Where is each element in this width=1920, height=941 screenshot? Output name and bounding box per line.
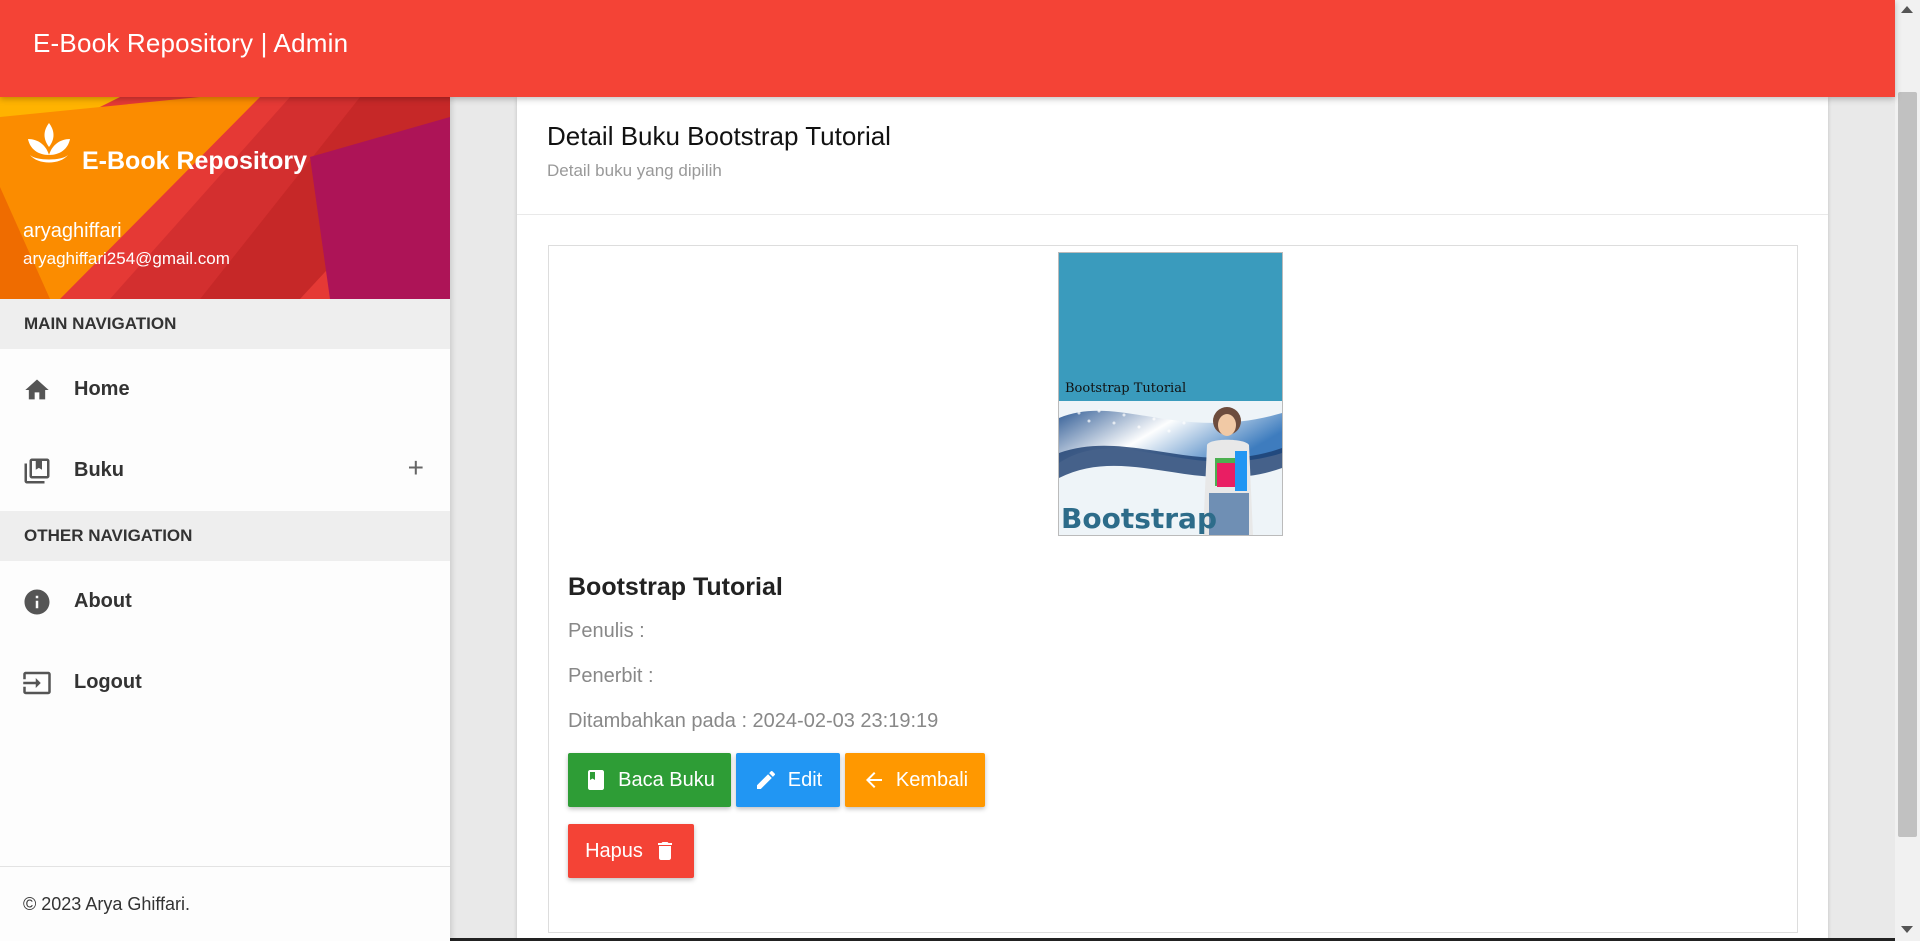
page-title: Detail Buku Bootstrap Tutorial bbox=[547, 121, 891, 151]
home-icon bbox=[22, 375, 52, 405]
pencil-icon bbox=[754, 768, 778, 792]
page-subtitle: Detail buku yang dipilih bbox=[547, 161, 722, 180]
other-navigation-header: OTHER NAVIGATION bbox=[0, 511, 450, 561]
cover-word: Bootstrap bbox=[1061, 502, 1217, 535]
sidebar-item-label: Buku bbox=[74, 459, 124, 481]
sidebar-item-label: Home bbox=[74, 378, 130, 400]
read-book-label: Baca Buku bbox=[618, 768, 715, 791]
back-label: Kembali bbox=[895, 768, 969, 791]
info-icon bbox=[22, 587, 52, 617]
sidebar-item-logout[interactable]: Logout bbox=[0, 642, 450, 723]
trash-icon bbox=[653, 838, 677, 864]
book-icon bbox=[584, 767, 608, 793]
site-name: E-Book Repository bbox=[82, 147, 308, 175]
library-books-icon bbox=[22, 456, 52, 486]
sidebar-item-home[interactable]: Home bbox=[0, 349, 450, 430]
sidebar-item-label: About bbox=[74, 590, 132, 612]
added-date-text: Ditambahkan pada : 2024-02-03 23:19:19 bbox=[568, 710, 939, 732]
sidebar: E-Book Repository aryaghiffari aryaghiff… bbox=[0, 97, 450, 941]
edit-button[interactable]: Edit bbox=[736, 753, 840, 807]
logout-icon bbox=[22, 668, 52, 698]
scroll-down-arrow-icon[interactable] bbox=[1901, 926, 1913, 933]
expand-plus-icon[interactable]: + bbox=[408, 452, 424, 484]
card-header: Detail Buku Bootstrap Tutorial Detail bu… bbox=[517, 97, 1828, 215]
lotus-logo-icon bbox=[28, 123, 70, 163]
delete-label: Hapus bbox=[585, 839, 643, 862]
back-button[interactable]: Kembali bbox=[845, 753, 985, 807]
book-title: Bootstrap Tutorial bbox=[568, 573, 783, 601]
delete-button[interactable]: Hapus bbox=[568, 824, 694, 878]
top-navbar: E-Book Repository | Admin bbox=[0, 0, 1895, 97]
sidebar-item-label: Logout bbox=[74, 671, 142, 693]
username: aryaghiffari bbox=[23, 220, 122, 242]
book-cover-image: Bootstrap Tutorial Bootstrap bbox=[1058, 252, 1283, 536]
sidebar-item-about[interactable]: About bbox=[0, 561, 450, 642]
navbar-brand[interactable]: E-Book Repository | Admin bbox=[33, 28, 348, 59]
read-book-button[interactable]: Baca Buku bbox=[568, 753, 731, 807]
sidebar-footer: © 2023 Arya Ghiffari. bbox=[0, 866, 450, 941]
penulis-label: Penulis : bbox=[568, 620, 645, 642]
main-navigation-header: MAIN NAVIGATION bbox=[0, 299, 450, 349]
copyright-text: © 2023 Arya Ghiffari. bbox=[23, 894, 191, 914]
book-detail-card: Detail Buku Bootstrap Tutorial Detail bu… bbox=[517, 97, 1828, 941]
user-email: aryaghiffari254@gmail.com bbox=[23, 249, 230, 268]
sidebar-item-buku[interactable]: Buku + bbox=[0, 430, 450, 511]
book-detail-box: Bootstrap Tutorial Bootstrap Bootstrap T… bbox=[548, 245, 1798, 933]
arrow-left-icon bbox=[862, 768, 886, 792]
edit-label: Edit bbox=[787, 768, 823, 791]
cover-caption: Bootstrap Tutorial bbox=[1065, 381, 1186, 396]
penerbit-label: Penerbit : bbox=[568, 665, 654, 687]
scroll-up-arrow-icon[interactable] bbox=[1901, 6, 1913, 13]
user-info-panel: E-Book Repository aryaghiffari aryaghiff… bbox=[0, 97, 450, 299]
scrollbar-thumb[interactable] bbox=[1898, 92, 1917, 837]
